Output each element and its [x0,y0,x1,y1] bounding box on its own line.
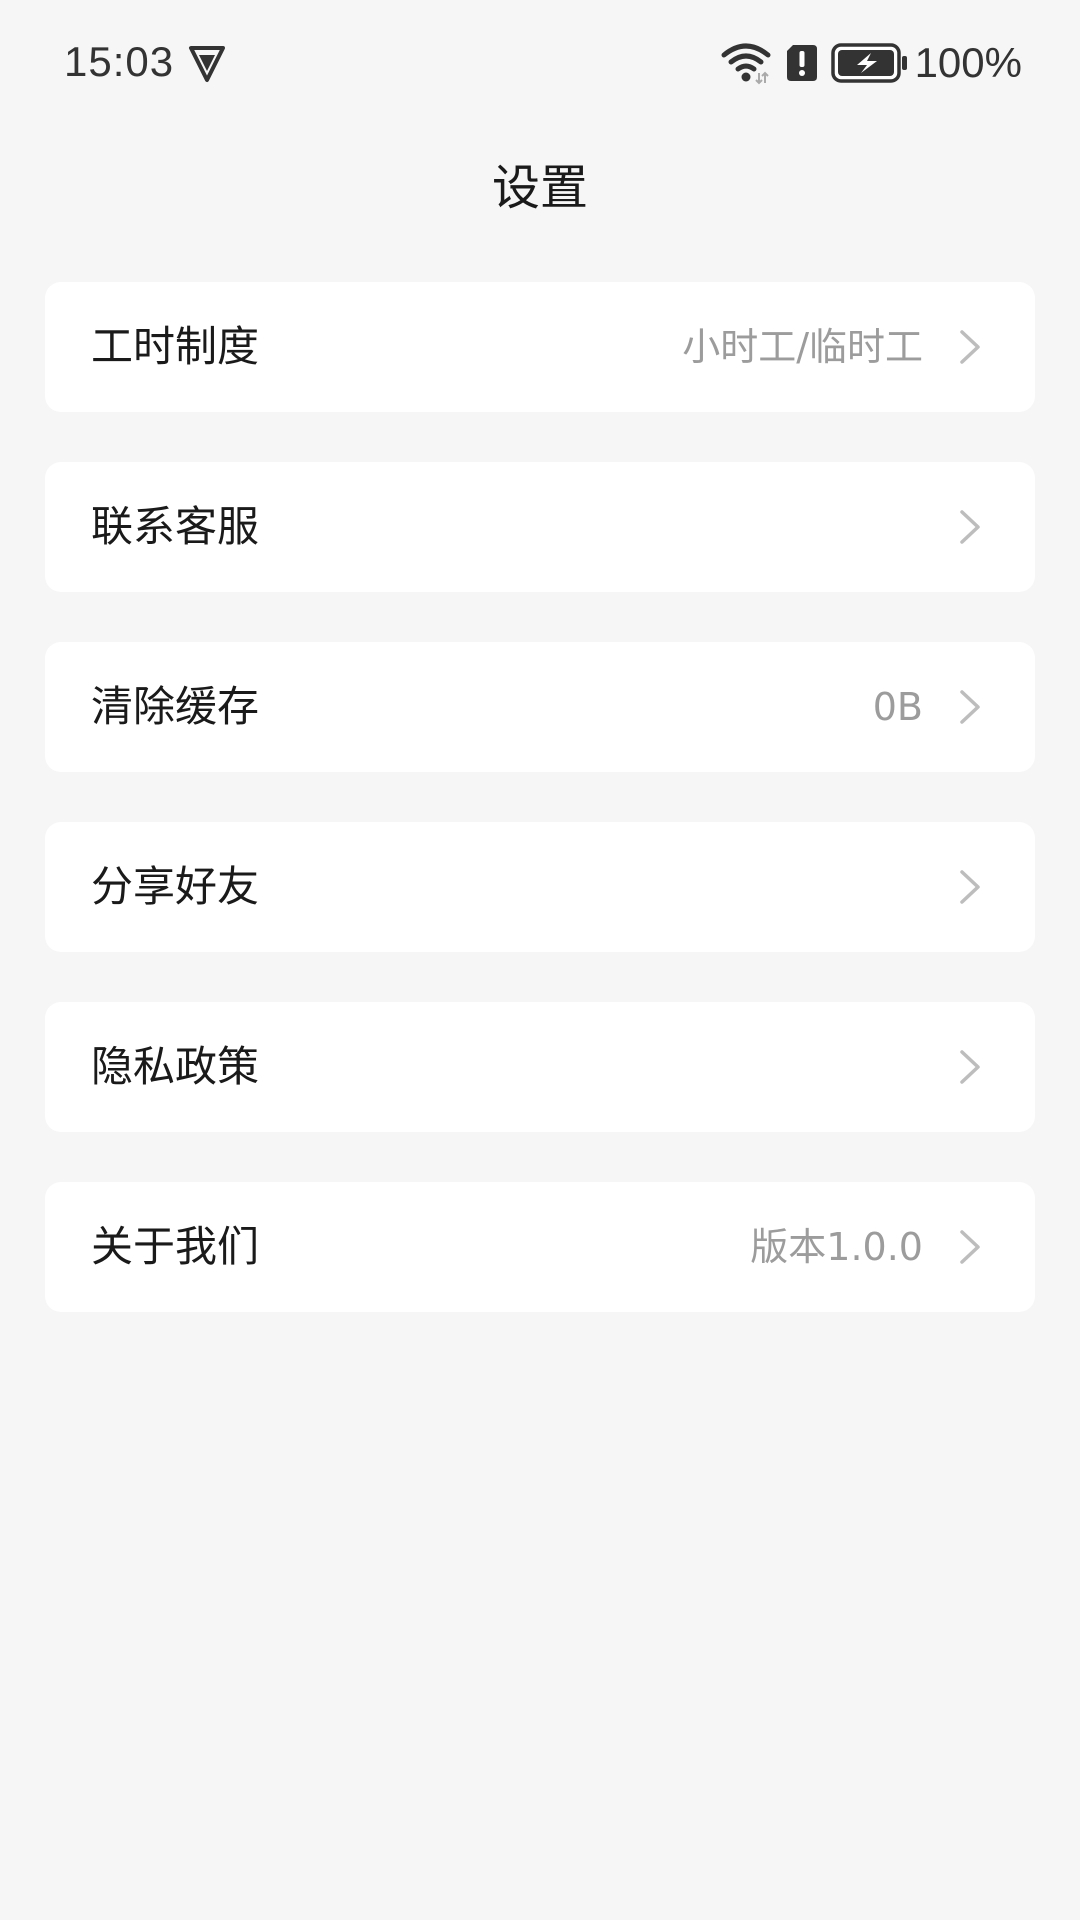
battery-charging-icon [830,43,909,83]
settings-item-clear-cache[interactable]: 清除缓存 0B [45,642,1035,772]
status-bar: 15:03 100% [0,0,1080,120]
settings-item-work-hours[interactable]: 工时制度 小时工/临时工 [45,282,1035,412]
settings-item-contact-support[interactable]: 联系客服 [45,462,1035,592]
settings-item-share-friends[interactable]: 分享好友 [45,822,1035,952]
status-icons: 100% [721,38,1022,88]
chevron-right-icon [959,1049,981,1085]
chevron-right-icon [959,1229,981,1265]
settings-list: 工时制度 小时工/临时工 联系客服 清除缓存 0B 分享好友 隐私政策 关于我们… [45,282,1035,1362]
vpn-shield-icon [186,42,228,84]
cache-size-value: 0B [872,685,923,729]
chevron-right-icon [959,689,981,725]
settings-item-about-us[interactable]: 关于我们 版本1.0.0 [45,1182,1035,1312]
settings-item-label: 清除缓存 [91,682,260,731]
page-title: 设置 [491,160,588,216]
alert-icon [785,43,819,83]
chevron-right-icon [959,869,981,905]
settings-item-privacy-policy[interactable]: 隐私政策 [45,1002,1035,1132]
settings-item-label: 关于我们 [91,1222,260,1271]
status-time: 15:03 [64,38,175,85]
version-value: 版本1.0.0 [750,1225,923,1269]
settings-item-label: 分享好友 [91,862,260,911]
chevron-right-icon [959,329,981,365]
chevron-right-icon [959,509,981,545]
settings-item-label: 隐私政策 [91,1042,260,1091]
wifi-icon [721,41,771,85]
settings-item-label: 工时制度 [91,322,260,371]
settings-item-label: 联系客服 [91,502,260,551]
battery-percentage: 100% [914,39,1022,86]
settings-item-value: 小时工/临时工 [682,325,923,369]
